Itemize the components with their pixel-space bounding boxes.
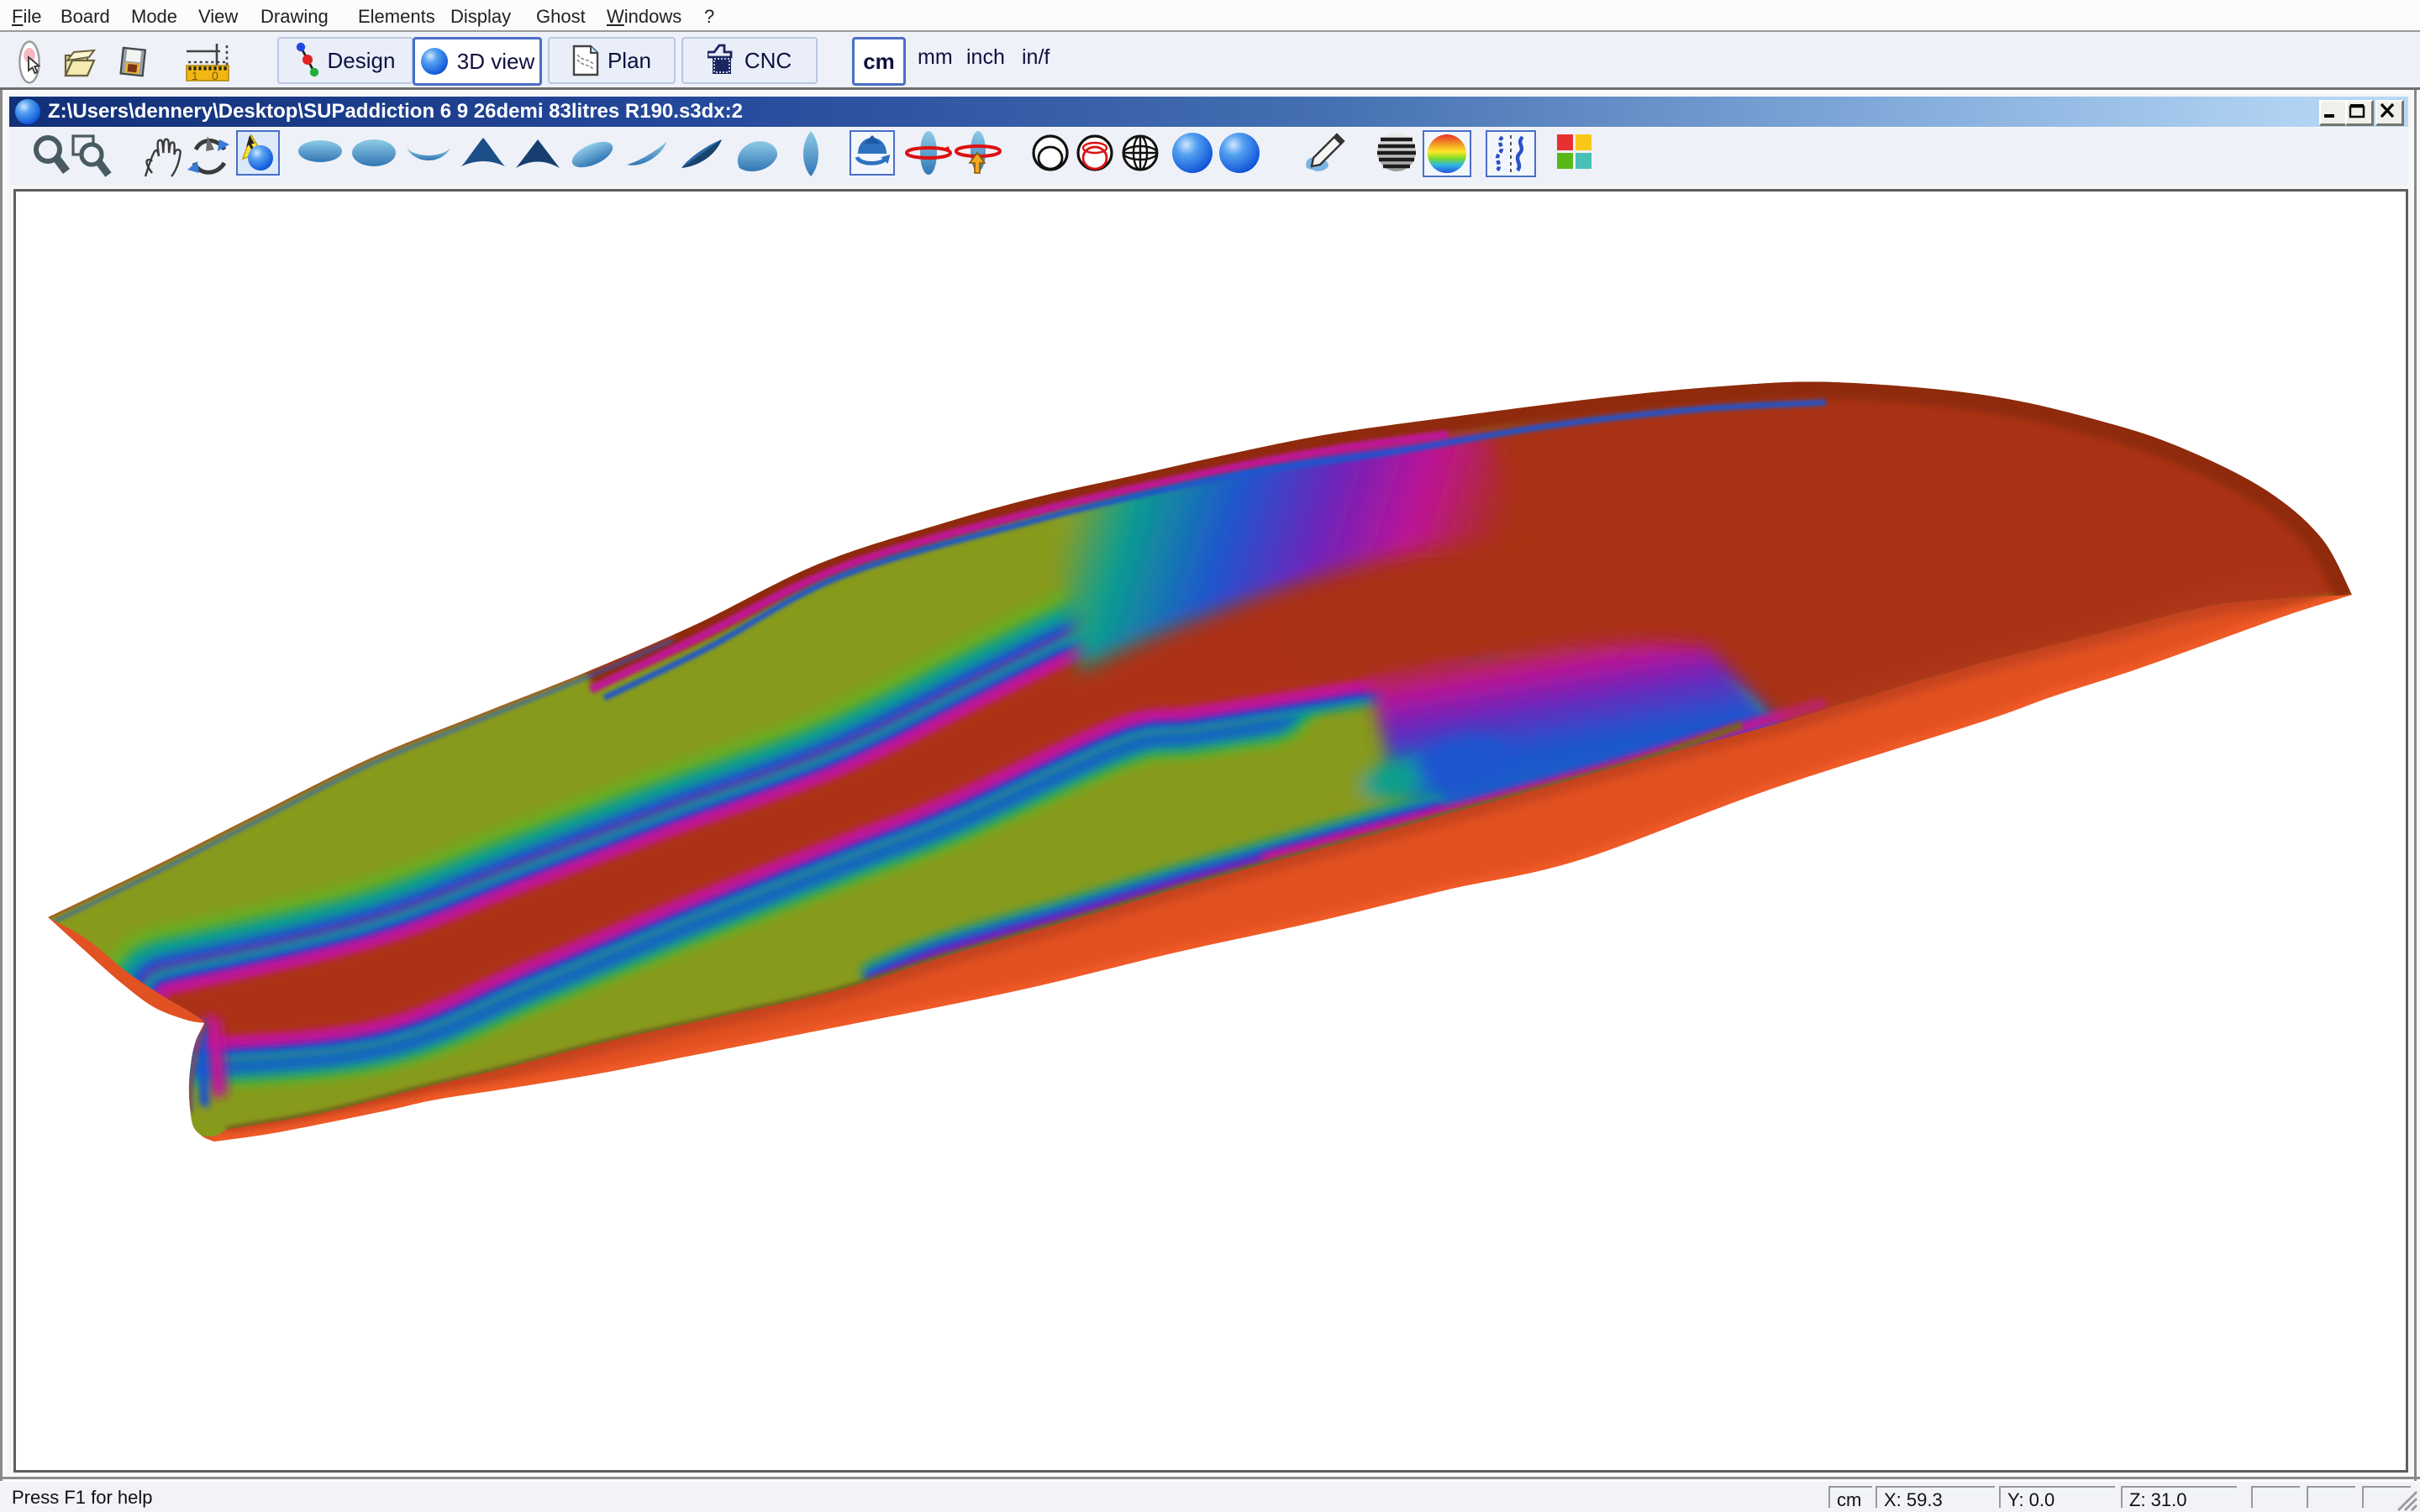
svg-text:1: 1 bbox=[192, 69, 198, 82]
svg-text:0: 0 bbox=[212, 69, 218, 82]
